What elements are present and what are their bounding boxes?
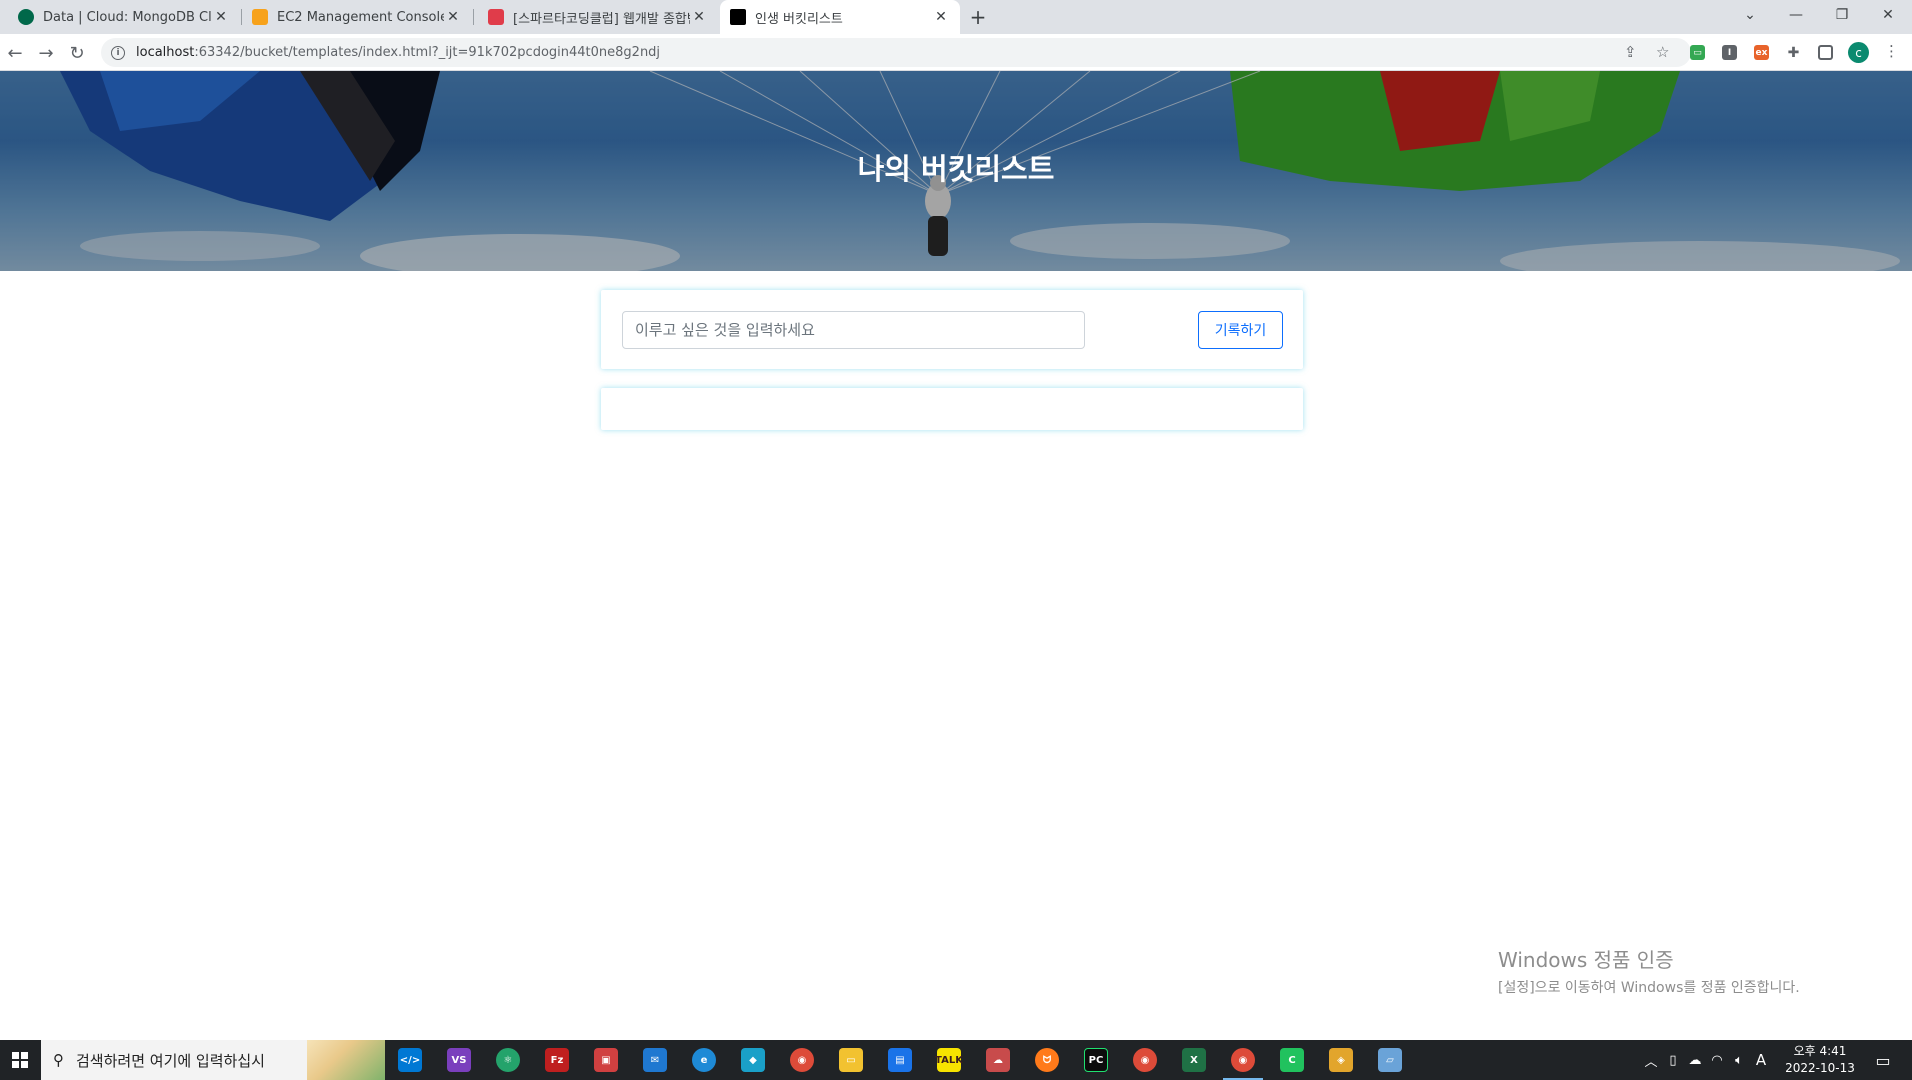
app-icon[interactable]: ☁ <box>986 1048 1010 1072</box>
extension-icon[interactable]: ▭ <box>1690 45 1705 60</box>
share-icon[interactable]: ⇪ <box>1624 43 1637 61</box>
file-explorer-icon[interactable]: ▭ <box>839 1048 863 1072</box>
bucket-input[interactable] <box>622 311 1085 349</box>
search-icon: ⚲ <box>53 1051 64 1069</box>
wifi-icon[interactable]: ◠ <box>1706 1053 1728 1068</box>
tab-ec2[interactable]: EC2 Management Console ✕ <box>242 0 472 34</box>
bucket-list-card <box>601 388 1303 430</box>
side-panel-icon[interactable] <box>1818 45 1833 60</box>
windows-logo-icon <box>12 1052 28 1068</box>
book-icon <box>488 9 504 25</box>
app-icon[interactable]: ◈ <box>1329 1048 1353 1072</box>
close-window-button[interactable]: ✕ <box>1865 0 1911 30</box>
extension-icon[interactable]: ex <box>1754 45 1769 60</box>
chrome-icon[interactable]: ◉ <box>790 1048 814 1072</box>
app-icon[interactable]: ◆ <box>741 1048 765 1072</box>
chrome-active-icon[interactable]: ◉ <box>1231 1048 1255 1072</box>
notification-icon[interactable]: ▭ <box>1868 1040 1898 1080</box>
pycharm-icon <box>730 9 746 25</box>
mail-icon[interactable]: ✉ <box>643 1048 667 1072</box>
battery-icon[interactable]: ▯ <box>1662 1053 1684 1068</box>
tab-title: [스파르타코딩클럽] 웹개발 종합반 <box>513 11 690 27</box>
kakaotalk-icon[interactable]: TALK <box>935 1048 963 1072</box>
taskbar: ⚲ 검색하려면 여기에 입력하십시 </> VS ⚛ Fz ▣ ✉ e ◆ ◉ … <box>0 1040 1912 1080</box>
profile-avatar[interactable]: c <box>1848 42 1869 63</box>
bookmark-star-icon[interactable]: ☆ <box>1656 43 1669 61</box>
close-icon[interactable]: ✕ <box>932 8 950 26</box>
save-button[interactable]: 기록하기 <box>1198 311 1283 349</box>
close-icon[interactable]: ✕ <box>690 8 708 26</box>
app-icon[interactable]: ▣ <box>594 1048 618 1072</box>
cloud-icon[interactable]: ☁ <box>1684 1053 1706 1068</box>
address-bar[interactable]: i localhost:63342/bucket/templates/index… <box>101 38 1691 67</box>
url-text: localhost:63342/bucket/templates/index.h… <box>136 45 661 60</box>
system-tray: ︿ ▯ ☁ ◠ 🔈︎ A <box>1640 1040 1772 1080</box>
start-button[interactable] <box>0 1040 40 1080</box>
taskbar-search[interactable]: ⚲ 검색하려면 여기에 입력하십시 <box>41 1040 385 1080</box>
watermark-subtitle: [설정]으로 이동하여 Windows를 정품 인증합니다. <box>1498 980 1800 996</box>
bucket-form-card: 기록하기 <box>601 290 1303 369</box>
tab-strip: Data | Cloud: MongoDB Cloud ✕ EC2 Manage… <box>0 0 1912 34</box>
notepad-icon[interactable]: ▱ <box>1378 1048 1402 1072</box>
browser-toolbar: ← → ↻ i localhost:63342/bucket/templates… <box>0 34 1912 71</box>
extension-icon[interactable]: I <box>1722 45 1737 60</box>
chrome-icon[interactable]: ◉ <box>1133 1048 1157 1072</box>
chevron-up-icon[interactable]: ︿ <box>1640 1051 1662 1070</box>
aws-cube-icon <box>252 9 268 25</box>
taskbar-search-placeholder: 검색하려면 여기에 입력하십시 <box>76 1051 265 1070</box>
minimize-button[interactable]: — <box>1773 0 1819 30</box>
site-info-icon[interactable]: i <box>111 45 125 60</box>
app-icon[interactable]: C <box>1280 1048 1304 1072</box>
close-icon[interactable]: ✕ <box>212 8 230 26</box>
tab-title: EC2 Management Console <box>277 9 444 25</box>
tab-bucketlist[interactable]: 인생 버킷리스트 ✕ <box>720 0 960 34</box>
page-title: 나의 버킷리스트 <box>857 152 1055 186</box>
search-highlight-image <box>307 1040 385 1080</box>
pycharm-icon[interactable]: PC <box>1084 1048 1108 1072</box>
firefox-icon[interactable]: ᗢ <box>1035 1048 1059 1072</box>
hero-banner: 나의 버킷리스트 <box>0 71 1912 271</box>
tab-mongodb[interactable]: Data | Cloud: MongoDB Cloud ✕ <box>8 0 240 34</box>
restore-button[interactable]: ❐ <box>1819 0 1865 30</box>
tab-sparta[interactable]: [스파르타코딩클럽] 웹개발 종합반 ✕ <box>478 0 718 34</box>
forward-button[interactable]: → <box>33 40 59 66</box>
puzzle-icon[interactable]: ✚ <box>1786 45 1801 61</box>
visual-studio-icon[interactable]: VS <box>447 1048 471 1072</box>
windows-activation-watermark: Windows 정품 인증 [설정]으로 이동하여 Windows를 정품 인증… <box>1498 944 1800 997</box>
store-icon[interactable]: ▤ <box>888 1048 912 1072</box>
volume-icon[interactable]: 🔈︎ <box>1728 1053 1750 1068</box>
tab-search-icon[interactable]: ⌄ <box>1727 0 1773 30</box>
tab-title: 인생 버킷리스트 <box>755 11 843 27</box>
clock-date: 2022-10-13 <box>1785 1061 1855 1075</box>
excel-icon[interactable]: X <box>1182 1048 1206 1072</box>
atom-icon[interactable]: ⚛ <box>496 1048 520 1072</box>
clock-time: 오후 4:41 <box>1793 1044 1847 1058</box>
tab-title: Data | Cloud: MongoDB Cloud <box>43 9 212 25</box>
reload-button[interactable]: ↻ <box>64 40 90 66</box>
watermark-title: Windows 정품 인증 <box>1498 948 1674 972</box>
filezilla-icon[interactable]: Fz <box>545 1048 569 1072</box>
mongodb-leaf-icon <box>18 9 34 25</box>
edge-icon[interactable]: e <box>692 1048 716 1072</box>
back-button[interactable]: ← <box>2 40 28 66</box>
close-icon[interactable]: ✕ <box>444 8 462 26</box>
vscode-icon[interactable]: </> <box>398 1048 422 1072</box>
menu-kebab-icon[interactable]: ⋮ <box>1884 42 1899 60</box>
new-tab-button[interactable]: + <box>965 4 991 30</box>
ime-indicator[interactable]: A <box>1750 1051 1772 1069</box>
clock[interactable]: 오후 4:41 2022-10-13 <box>1776 1043 1864 1077</box>
